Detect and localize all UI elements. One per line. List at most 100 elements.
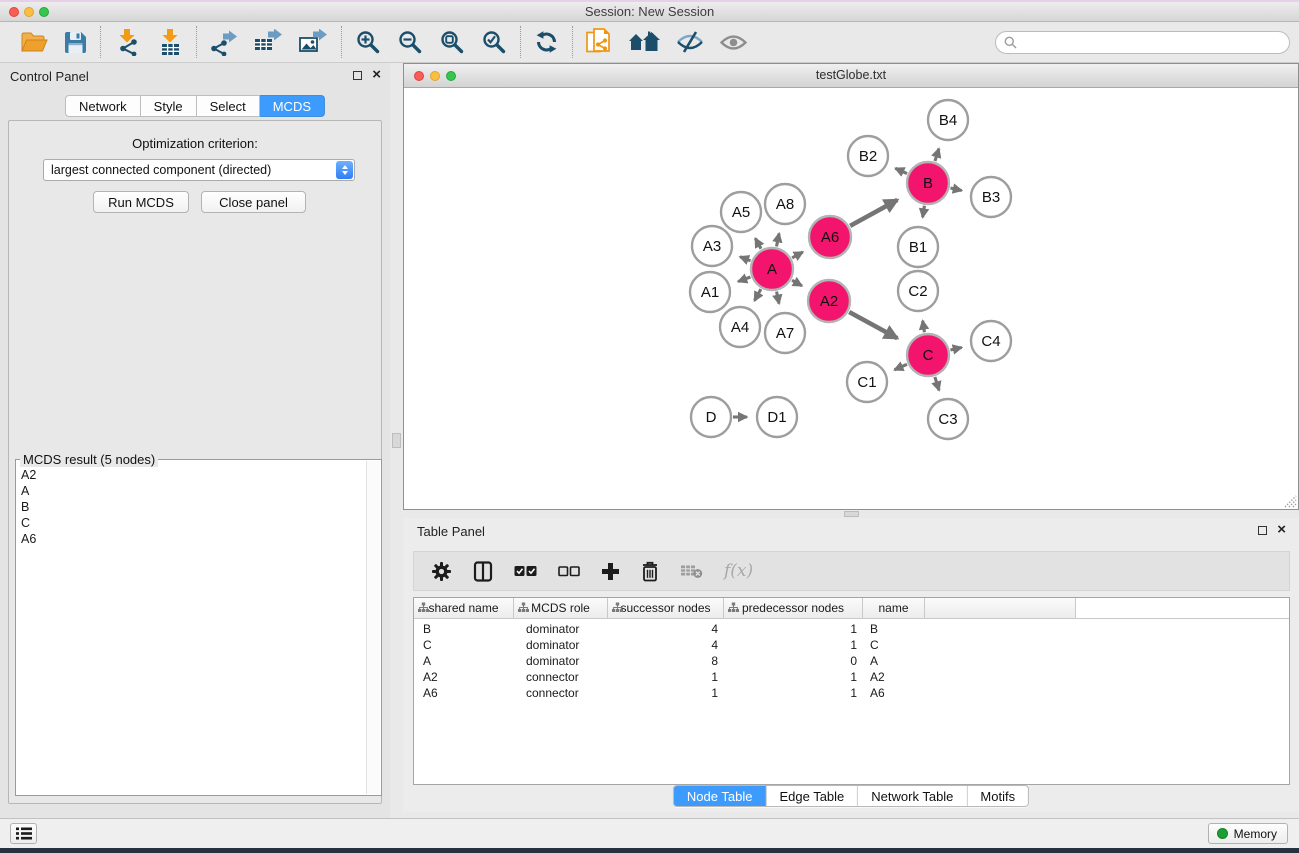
graph-node-label-A5: A5 [732,204,750,221]
table-panel-header: Table Panel × [403,518,1299,544]
mcds-result-item[interactable]: A [17,483,365,499]
duplicate-network-icon[interactable] [586,28,613,56]
node-table[interactable]: shared nameMCDS rolesuccessor nodesprede… [413,597,1290,785]
table-row[interactable]: Adominator80A [414,653,1289,669]
refresh-layout-icon[interactable] [534,30,559,54]
network-close-icon[interactable] [414,71,424,81]
table-row[interactable]: Bdominator41B [414,621,1289,637]
graph-edge-A-A4[interactable] [755,289,761,301]
graph-node-label-A7: A7 [776,325,794,342]
network-graph[interactable]: AA1A3A4A5A7A8A6A2BB1B2B3B4CC1C2C3C4DD1 [404,88,1298,509]
search-input[interactable] [1022,36,1281,50]
graph-edge-A-A6[interactable] [792,252,803,258]
tab-node-table[interactable]: Node Table [674,786,766,806]
close-panel-button[interactable]: Close panel [201,191,306,213]
mcds-result-item[interactable]: A2 [17,467,365,483]
zoom-fit-icon[interactable] [439,29,465,55]
delete-column-icon[interactable] [641,561,659,582]
graph-edge-A-A5[interactable] [755,238,761,248]
deselect-all-rows-icon[interactable] [558,566,580,577]
column-header-MCDS-role[interactable]: MCDS role [514,598,608,618]
mcds-result-item[interactable]: B [17,499,365,515]
zoom-selected-icon[interactable] [481,29,507,55]
table-row[interactable]: Cdominator41C [414,637,1289,653]
graph-edge-A-A1[interactable] [738,277,750,282]
add-column-icon[interactable] [601,562,620,581]
tab-network-table[interactable]: Network Table [857,786,966,806]
graph-edge-A-A7[interactable] [777,292,779,304]
tab-motifs[interactable]: Motifs [966,786,1028,806]
horizontal-splitter-grip[interactable] [844,511,859,517]
tab-edge-table[interactable]: Edge Table [765,786,857,806]
vertical-splitter-grip[interactable] [392,433,401,448]
table-cell: 1 [724,638,863,652]
graph-edge-B-B4[interactable] [935,149,939,161]
memory-button[interactable]: Memory [1208,823,1288,844]
table-header-row: shared nameMCDS rolesuccessor nodesprede… [414,598,1289,619]
zoom-out-icon[interactable] [397,29,423,55]
function-builder-icon[interactable]: f(x) [724,561,753,581]
tab-select[interactable]: Select [197,95,260,117]
show-panel-icon[interactable] [720,33,747,52]
open-file-icon[interactable] [21,31,48,54]
graph-edge-B-B1[interactable] [923,206,925,218]
table-row[interactable]: A2connector11A2 [414,669,1289,685]
maximize-window-icon[interactable] [39,7,49,17]
network-canvas[interactable]: AA1A3A4A5A7A8A6A2BB1B2B3B4CC1C2C3C4DD1 [404,88,1298,509]
network-minimize-icon[interactable] [430,71,440,81]
export-image-icon[interactable] [299,29,328,56]
hide-panel-icon[interactable] [676,31,704,53]
graph-edge-C-C1[interactable] [894,364,906,370]
search-field[interactable] [995,31,1290,54]
task-history-button[interactable] [10,823,37,844]
resize-gripper-icon[interactable] [1283,494,1297,508]
close-panel-icon[interactable]: × [372,66,381,84]
graph-edge-A-A2[interactable] [792,280,802,286]
application-window: Session: New Session [0,0,1299,848]
graph-edge-A2-C[interactable] [849,312,897,338]
result-list-scrollbar[interactable] [366,461,380,794]
tab-network[interactable]: Network [65,95,141,117]
table-row[interactable]: A6connector11A6 [414,685,1289,701]
tab-mcds[interactable]: MCDS [260,95,325,117]
graph-node-label-B4: B4 [939,112,957,129]
graph-edge-A-A8[interactable] [777,233,780,246]
column-header-predecessor-nodes[interactable]: predecessor nodes [724,598,863,618]
graph-edge-C-C3[interactable] [935,377,939,390]
mcds-result-item[interactable]: A6 [17,531,365,547]
export-table-icon[interactable] [254,29,283,56]
column-header-successor-nodes[interactable]: successor nodes [608,598,724,618]
column-header-shared-name[interactable]: shared name [414,598,514,618]
import-network-icon[interactable] [114,29,141,56]
table-settings-icon[interactable] [431,561,452,582]
graph-edge-A6-B[interactable] [850,200,897,226]
tab-style[interactable]: Style [141,95,197,117]
save-session-icon[interactable] [64,31,87,54]
delete-table-icon[interactable] [680,564,703,579]
minimize-window-icon[interactable] [24,7,34,17]
graph-edge-B-B2[interactable] [895,168,907,173]
select-all-rows-icon[interactable] [514,565,537,577]
float-table-panel-icon[interactable] [1258,526,1267,535]
mcds-result-item[interactable]: C [17,515,365,531]
run-mcds-button[interactable]: Run MCDS [93,191,189,213]
graph-node-label-C3: C3 [938,411,957,428]
close-window-icon[interactable] [9,7,19,17]
graph-edge-C-C4[interactable] [950,348,961,350]
show-all-networks-icon[interactable] [629,31,660,53]
graph-node-label-C: C [923,347,934,364]
network-maximize-icon[interactable] [446,71,456,81]
float-panel-icon[interactable] [353,71,362,80]
optimization-criterion-label: Optimization criterion: [9,136,381,151]
export-network-icon[interactable] [210,29,238,56]
graph-edge-C-C2[interactable] [923,321,925,333]
column-visibility-icon[interactable] [473,561,493,582]
column-header-name[interactable]: name [863,598,925,618]
graph-edge-A-A3[interactable] [740,257,750,261]
import-table-icon[interactable] [157,29,183,56]
table-toolbar: f(x) [413,551,1290,591]
graph-edge-B-B3[interactable] [950,188,961,190]
close-table-panel-icon[interactable]: × [1277,521,1286,539]
criterion-select[interactable]: largest connected component (directed) [43,159,355,181]
zoom-in-icon[interactable] [355,29,381,55]
